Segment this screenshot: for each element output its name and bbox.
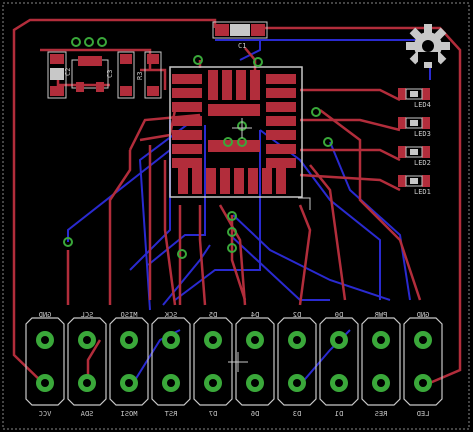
header-bottom-label: D6 bbox=[251, 410, 259, 418]
led2 bbox=[398, 146, 430, 158]
header-bottom-label: RES bbox=[375, 410, 388, 418]
drill-hole bbox=[41, 336, 49, 344]
header-top-label: SCL bbox=[81, 311, 94, 319]
c3-label: C3 bbox=[106, 70, 114, 78]
led3-label: LED3 bbox=[414, 130, 431, 138]
drill-hole bbox=[377, 379, 385, 387]
drill-hole bbox=[335, 336, 343, 344]
drill-hole bbox=[419, 379, 427, 387]
drill-hole bbox=[41, 379, 49, 387]
header-bottom-label: SDA bbox=[80, 410, 93, 418]
header-bottom-label: RST bbox=[164, 410, 177, 418]
drill-hole bbox=[83, 336, 91, 344]
header-top-label: MISO bbox=[121, 311, 138, 319]
r3-label: R3 bbox=[136, 72, 144, 80]
drill-hole bbox=[125, 336, 133, 344]
drill-hole bbox=[419, 336, 427, 344]
led1-label: LED1 bbox=[414, 188, 431, 196]
header-top-label: SCK bbox=[164, 311, 177, 319]
header-bottom-label: LED bbox=[417, 410, 430, 418]
header-top-label: D4 bbox=[251, 311, 259, 319]
header-bottom-label: VCC bbox=[39, 410, 52, 418]
gear-icon bbox=[406, 24, 450, 68]
c2-label: C2 bbox=[64, 68, 72, 76]
pcb-board: C1 C2 C3 R3 LED4 LED3 LED2 LED1 GND VCC … bbox=[0, 0, 473, 432]
drill-hole bbox=[209, 336, 217, 344]
header-bottom-label: MOSI bbox=[121, 410, 138, 418]
drill-hole bbox=[251, 379, 259, 387]
led3 bbox=[398, 117, 430, 129]
led1 bbox=[398, 175, 430, 187]
drill-hole bbox=[209, 379, 217, 387]
led2-label: LED2 bbox=[414, 159, 431, 167]
drill-hole bbox=[293, 336, 301, 344]
drill-hole bbox=[167, 336, 175, 344]
header-top-label: PWR bbox=[374, 311, 387, 319]
drill-hole bbox=[377, 336, 385, 344]
drill-hole bbox=[335, 379, 343, 387]
ic-smd-pads bbox=[172, 70, 296, 194]
header-bottom-label: D7 bbox=[209, 410, 217, 418]
drill-hole bbox=[83, 379, 91, 387]
led4 bbox=[398, 88, 430, 100]
led4-label: LED4 bbox=[414, 101, 431, 109]
drill-hole bbox=[167, 379, 175, 387]
header-bottom-label: D1 bbox=[335, 410, 343, 418]
c1-capacitor bbox=[212, 21, 268, 39]
pcb-layout: C1 C2 C3 R3 LED4 LED3 LED2 LED1 GNDVCCSC… bbox=[2, 2, 470, 430]
header-bottom-label: D3 bbox=[293, 410, 301, 418]
drill-hole bbox=[125, 379, 133, 387]
c1-label: C1 bbox=[238, 42, 246, 50]
drill-hole bbox=[293, 379, 301, 387]
drill-hole bbox=[251, 336, 259, 344]
header-top-label: GND bbox=[39, 311, 52, 319]
header-top-label: D0 bbox=[335, 311, 343, 319]
header-top-label: D5 bbox=[209, 311, 217, 319]
led-group: LED4 LED3 LED2 LED1 bbox=[398, 88, 431, 196]
header-top-label: D2 bbox=[293, 311, 301, 319]
header-top-label: GND bbox=[417, 311, 430, 319]
